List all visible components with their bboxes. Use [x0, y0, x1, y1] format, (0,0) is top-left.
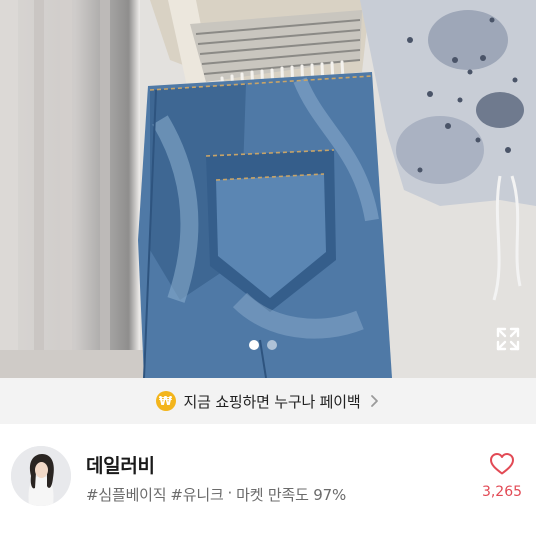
shop-tag[interactable]: #심플베이직 — [86, 484, 167, 505]
banner-text: 지금 쇼핑하면 누구나 페이백 — [183, 392, 361, 411]
shop-avatar-image — [11, 446, 71, 506]
shop-tag[interactable]: #유니크 — [170, 484, 223, 505]
heart-icon — [490, 453, 514, 475]
shop-avatar[interactable] — [11, 446, 71, 506]
carousel-dot-active[interactable] — [249, 340, 259, 350]
market-satisfaction: 마켓 만족도 97% — [236, 486, 347, 504]
expand-image-button[interactable] — [491, 322, 525, 356]
meta-separator: · — [227, 484, 233, 502]
banner-content: ₩ 지금 쇼핑하면 누구나 페이백 — [155, 391, 381, 412]
product-photo — [0, 0, 536, 378]
shop-info: 데일러비 #심플베이직 #유니크 · 마켓 만족도 97% 3,265 — [0, 424, 536, 536]
product-image[interactable] — [0, 0, 536, 378]
payback-banner[interactable]: ₩ 지금 쇼핑하면 누구나 페이백 — [0, 378, 536, 424]
expand-arrows-icon — [496, 327, 520, 351]
like-count: 3,265 — [481, 484, 523, 500]
shop-meta: #심플베이직 #유니크 · 마켓 만족도 97% — [86, 484, 346, 505]
shop-name[interactable]: 데일러비 — [86, 451, 155, 478]
like-button[interactable]: 3,265 — [474, 452, 530, 500]
won-coin-icon: ₩ — [155, 391, 176, 411]
carousel-indicator — [249, 340, 277, 350]
chevron-right-icon — [371, 395, 379, 407]
carousel-dot[interactable] — [267, 340, 277, 350]
